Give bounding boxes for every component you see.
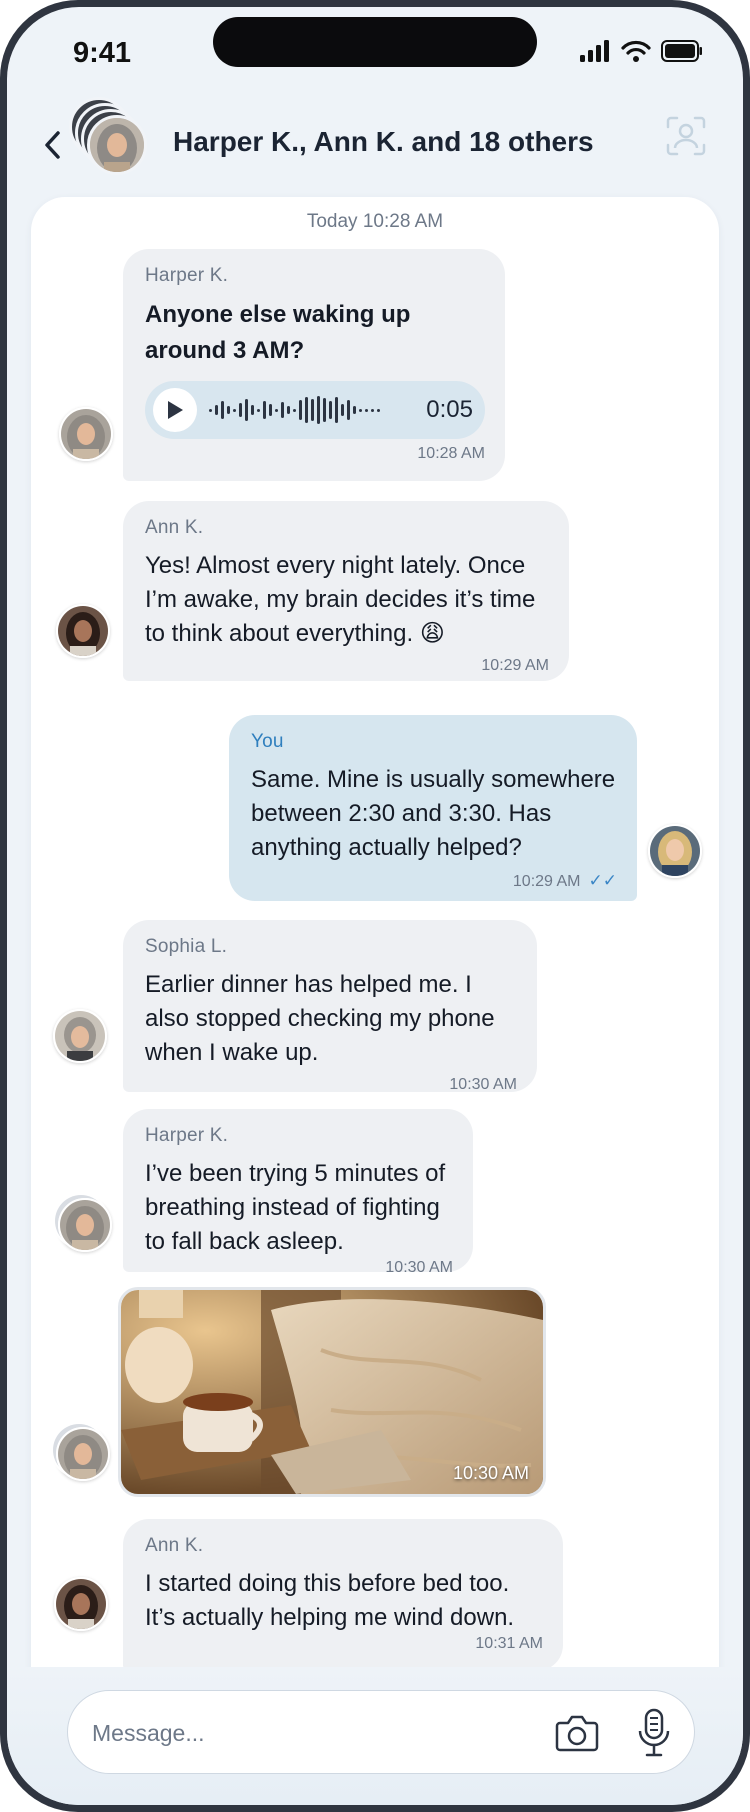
voice-duration: 0:05: [426, 396, 473, 423]
chevron-left-icon: [45, 131, 60, 159]
status-time: 9:41: [73, 37, 132, 69]
camera-button[interactable]: [554, 1711, 600, 1755]
status-icons: [579, 40, 703, 62]
message-bubble-outgoing[interactable]: You Same. Mine is usually somewhere betw…: [229, 715, 637, 901]
message-text: I started doing this before bed too. It’…: [145, 1570, 515, 1631]
message-bubble[interactable]: Ann K. I started doing this before bed t…: [123, 1519, 563, 1671]
camera-icon: [555, 1715, 599, 1752]
message-bubble[interactable]: Sophia L. Earlier dinner has helped me. …: [123, 920, 537, 1093]
message-time: 10:28 AM: [417, 445, 485, 462]
message-text: Same. Mine is usually somewhere between …: [251, 766, 616, 861]
message-bubble[interactable]: Harper K. Anyone else waking up around 3…: [123, 249, 505, 481]
message-text: I’ve been trying 5 minutes of breathing …: [145, 1160, 446, 1255]
sender-name: Harper K.: [145, 265, 229, 286]
message-time: 10:31 AM: [475, 1635, 543, 1652]
message-time: 10:29 AM: [481, 657, 549, 674]
sender-name: You: [251, 731, 284, 752]
avatar[interactable]: [53, 1009, 107, 1063]
cellular-signal-icon: [580, 40, 609, 62]
back-button[interactable]: [37, 125, 67, 165]
avatar[interactable]: [54, 1577, 108, 1631]
photo-message[interactable]: 10:30 AM: [118, 1287, 546, 1497]
avatar[interactable]: [59, 407, 113, 461]
face-scan-button[interactable]: [665, 115, 707, 157]
message-text: Earlier dinner has helped me. I also sto…: [145, 971, 495, 1066]
group-avatar-stack[interactable]: [65, 93, 161, 183]
avatar[interactable]: [58, 1198, 112, 1252]
play-button[interactable]: [153, 388, 197, 432]
message-composer: [67, 1690, 695, 1774]
message-input[interactable]: [92, 1715, 512, 1751]
waveform: [209, 390, 414, 430]
chat-title[interactable]: Harper K., Ann K. and 18 others: [173, 126, 594, 158]
message-bubble[interactable]: Ann K. Yes! Almost every night lately. O…: [123, 501, 569, 681]
sender-name: Sophia L.: [145, 936, 228, 957]
sender-name: Ann K.: [145, 1535, 204, 1556]
avatar[interactable]: [56, 1427, 110, 1481]
microphone-button[interactable]: [634, 1707, 674, 1759]
phone-frame: 9:41 Harper K., Ann K. and 18 others Tod…: [0, 0, 750, 1812]
date-separator: Today 10:28 AM: [306, 211, 444, 232]
message-text: Yes! Almost every night lately. Once I’m…: [145, 552, 536, 647]
chat-panel[interactable]: Today 10:28 AM Harper K. Anyone else wak…: [31, 197, 719, 1797]
avatar: [87, 115, 147, 175]
play-icon: [168, 401, 183, 419]
sender-name: Harper K.: [145, 1125, 229, 1146]
message-text: Anyone else waking up around 3 AM?: [145, 301, 411, 364]
double-check-icon: ✓✓: [588, 871, 618, 890]
message-time: 10:30 AM: [449, 1076, 517, 1093]
photo-time: 10:30 AM: [452, 1463, 529, 1483]
wifi-icon: [621, 40, 651, 62]
voice-message[interactable]: 0:05: [145, 381, 485, 439]
sender-name: Ann K.: [145, 517, 204, 538]
avatar[interactable]: [56, 604, 110, 658]
screen: 9:41 Harper K., Ann K. and 18 others Tod…: [7, 7, 743, 1805]
microphone-icon: [638, 1708, 670, 1757]
message-time: 10:29 AM: [512, 873, 581, 890]
battery-icon: [661, 40, 702, 62]
dynamic-island: [213, 17, 537, 67]
avatar[interactable]: [648, 824, 702, 878]
message-bubble[interactable]: Harper K. I’ve been trying 5 minutes of …: [123, 1109, 473, 1276]
message-time: 10:30 AM: [385, 1259, 453, 1276]
face-scan-icon: [666, 116, 706, 156]
